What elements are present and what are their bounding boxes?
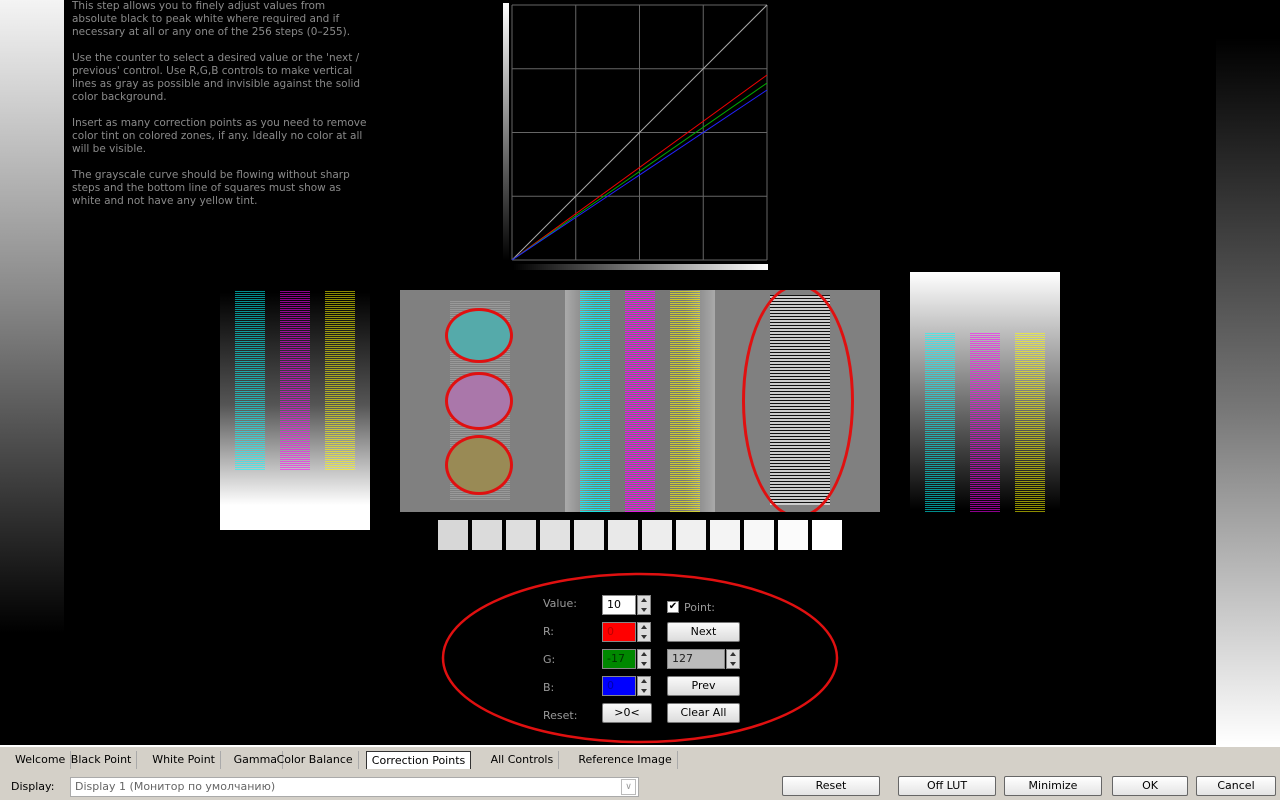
- cyan-stripe: [925, 332, 955, 512]
- yellow-stripe: [670, 290, 700, 512]
- off-lut-button[interactable]: Off LUT: [898, 776, 996, 796]
- white-square: [608, 520, 638, 550]
- white-square: [438, 520, 468, 550]
- b-label: B:: [543, 681, 555, 694]
- r-spinner[interactable]: [637, 622, 651, 642]
- cyan-stripe: [580, 290, 610, 512]
- tab-black-point[interactable]: Black Point: [66, 751, 138, 769]
- b-input[interactable]: 0: [602, 676, 636, 696]
- value-input[interactable]: 10: [602, 595, 636, 615]
- value-spinner[interactable]: [637, 595, 651, 615]
- white-square: [540, 520, 570, 550]
- value-label: Value:: [543, 597, 577, 610]
- magenta-stripe: [280, 290, 310, 470]
- grayscale-curve-graph: [503, 3, 768, 270]
- g-input[interactable]: -17: [602, 649, 636, 669]
- instruction-4: The grayscale curve should be flowing wi…: [72, 169, 350, 207]
- magenta-stripe: [625, 290, 655, 512]
- white-square: [710, 520, 740, 550]
- magenta-stripe: [970, 332, 1000, 512]
- magenta-zone: [445, 372, 513, 430]
- tab-correction-points[interactable]: Correction Points: [365, 751, 472, 769]
- g-label: G:: [543, 653, 556, 666]
- yellow-stripe: [325, 290, 355, 470]
- white-square: [778, 520, 808, 550]
- g-spinner[interactable]: [637, 649, 651, 669]
- stripe-zone: [565, 290, 715, 512]
- right-test-panel: [910, 272, 1060, 522]
- white-square: [812, 520, 842, 550]
- r-input[interactable]: 0: [602, 622, 636, 642]
- clear-all-button[interactable]: Clear All: [667, 703, 740, 723]
- minimize-button[interactable]: Minimize: [1004, 776, 1102, 796]
- tab-reference-image[interactable]: Reference Image: [573, 751, 678, 769]
- white-square: [676, 520, 706, 550]
- display-select[interactable]: Display 1 (Монитор по умолчанию) ∨: [70, 777, 639, 797]
- white-square: [642, 520, 672, 550]
- center-test-panel: [400, 290, 880, 512]
- cancel-button[interactable]: Cancel: [1196, 776, 1276, 796]
- highlight-ellipse: [742, 290, 854, 512]
- instruction-3: Insert as many correction points as you …: [72, 117, 367, 155]
- point-value-input[interactable]: 127: [667, 649, 725, 669]
- instruction-2: Use the counter to select a desired valu…: [72, 52, 361, 103]
- reset-rgb-button[interactable]: >0<: [602, 703, 652, 723]
- chevron-down-icon[interactable]: ∨: [621, 779, 636, 795]
- left-test-panel: [220, 280, 370, 530]
- display-value: Display 1 (Монитор по умолчанию): [75, 780, 276, 793]
- reset-button[interactable]: Reset: [782, 776, 880, 796]
- ok-button[interactable]: OK: [1112, 776, 1188, 796]
- tab-all-controls[interactable]: All Controls: [486, 751, 560, 769]
- tab-white-point[interactable]: White Point: [147, 751, 221, 769]
- display-label: Display:: [11, 780, 55, 793]
- yellow-stripe: [1015, 332, 1045, 512]
- white-square: [472, 520, 502, 550]
- point-value-spinner[interactable]: [726, 649, 740, 669]
- horizontal-gradient-bar: [513, 264, 768, 270]
- vertical-gradient-bar: [503, 3, 509, 261]
- reset-label: Reset:: [543, 709, 578, 722]
- tab-color-balance[interactable]: Color Balance: [272, 751, 359, 769]
- point-label: Point:: [684, 601, 716, 614]
- prev-button[interactable]: Prev: [667, 676, 740, 696]
- b-spinner[interactable]: [637, 676, 651, 696]
- next-button[interactable]: Next: [667, 622, 740, 642]
- gradient-strip-left: [0, 0, 64, 745]
- white-square: [506, 520, 536, 550]
- gradient-strip-right: [1216, 0, 1280, 745]
- cyan-zone: [445, 308, 513, 363]
- instruction-1: This step allows you to finely adjust va…: [72, 0, 351, 38]
- tab-welcome[interactable]: Welcome: [10, 751, 72, 769]
- r-label: R:: [543, 625, 555, 638]
- white-square: [574, 520, 604, 550]
- instructions: This step allows you to finely adjust va…: [72, 0, 372, 221]
- yellow-zone: [445, 435, 513, 495]
- point-checkbox[interactable]: ✔: [667, 601, 679, 613]
- cyan-stripe: [235, 290, 265, 470]
- white-square: [744, 520, 774, 550]
